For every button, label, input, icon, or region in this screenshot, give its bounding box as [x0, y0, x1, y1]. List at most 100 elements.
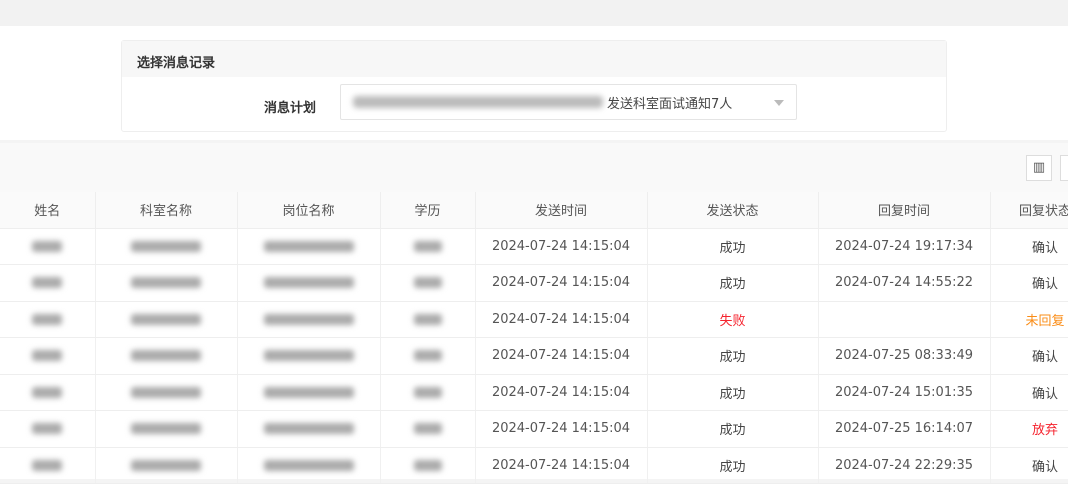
send-time-cell: 2024-07-24 14:15:04 [475, 374, 648, 411]
blurred-cell [95, 374, 238, 411]
table-row[interactable]: 2024-07-24 14:15:04 成功 2024-07-24 15:01:35… [0, 374, 1068, 411]
plan-label: 消息计划 [264, 101, 317, 116]
send-time-cell: 2024-07-24 14:15:04 [475, 301, 648, 338]
send-status-cell: 成功 [647, 264, 819, 302]
blurred-text [32, 386, 63, 398]
reply-status-cell: 确认 [990, 337, 1068, 375]
blurred-cell [0, 374, 96, 411]
blurred-cell [237, 374, 381, 411]
send-time-cell: 2024-07-24 14:15:04 [475, 264, 648, 302]
blurred-text [263, 277, 354, 289]
send-status-cell: 成功 [647, 374, 819, 411]
blurred-cell [95, 337, 238, 375]
column-header[interactable]: 科室名称 [95, 192, 238, 229]
send-status-cell: 成功 [647, 337, 819, 375]
reply-status-cell: 确认 [990, 264, 1068, 302]
column-header[interactable]: 回复时间 [818, 192, 991, 229]
blurred-cell [380, 410, 476, 448]
blurred-cell [380, 447, 476, 484]
column-header[interactable]: 发送时间 [475, 192, 648, 229]
send-status-cell: 成功 [647, 410, 819, 448]
blurred-cell [380, 301, 476, 338]
records-table-panel: ▥ 姓名 科室名称 岗位名称 学历 发送时间 发送状态 回复时间 回复状态 2024-07-2… [0, 143, 1068, 484]
send-status-cell: 失败 [647, 301, 819, 338]
blurred-text [131, 240, 201, 252]
plan-value: 发送科室面试通知7人 [607, 96, 733, 112]
blurred-cell [380, 228, 476, 265]
table-row[interactable]: 2024-07-24 14:15:04 成功 2024-07-25 08:33:49… [0, 337, 1068, 375]
table-row[interactable]: 2024-07-24 14:15:04 成功 2024-07-24 14:55:22… [0, 264, 1068, 302]
send-time-cell: 2024-07-24 14:15:04 [475, 447, 648, 484]
records-table: 姓名 科室名称 岗位名称 学历 发送时间 发送状态 回复时间 回复状态 2024-07-24 … [0, 192, 1068, 484]
message-record-panel: 选择消息记录 消息计划 发送科室面试通知7人 [121, 40, 947, 132]
blurred-text [32, 350, 63, 362]
blurred-text [263, 423, 354, 435]
blurred-cell [95, 447, 238, 484]
blurred-text [263, 313, 354, 325]
blurred-cell [237, 337, 381, 375]
blurred-cell [237, 410, 381, 448]
blurred-text [32, 240, 63, 252]
reply-time-cell [818, 301, 991, 338]
top-bar [0, 0, 1068, 26]
panel-title: 选择消息记录 [122, 41, 946, 77]
reply-time-cell: 2024-07-24 22:29:35 [818, 447, 991, 484]
table-header: 姓名 科室名称 岗位名称 学历 发送时间 发送状态 回复时间 回复状态 [0, 192, 1068, 229]
blurred-text [131, 277, 201, 289]
blurred-cell [237, 447, 381, 484]
blurred-cell [95, 228, 238, 265]
column-header[interactable]: 学历 [380, 192, 476, 229]
blurred-text [413, 423, 442, 435]
reply-status-cell: 确认 [990, 228, 1068, 265]
send-time-cell: 2024-07-24 14:15:04 [475, 228, 648, 265]
send-time-cell: 2024-07-24 14:15:04 [475, 410, 648, 448]
blurred-text [263, 350, 354, 362]
blurred-text [131, 313, 201, 325]
send-status-cell: 成功 [647, 228, 819, 265]
blurred-text [413, 350, 442, 362]
table-row[interactable]: 2024-07-24 14:15:04 成功 2024-07-24 19:17:34… [0, 228, 1068, 265]
blurred-text [413, 386, 442, 398]
blurred-text [32, 459, 63, 471]
blurred-text [32, 313, 63, 325]
blurred-text [131, 386, 201, 398]
reply-time-cell: 2024-07-25 08:33:49 [818, 337, 991, 375]
plan-select[interactable]: 发送科室面试通知7人 [340, 84, 797, 120]
reply-time-cell: 2024-07-24 15:01:35 [818, 374, 991, 411]
reply-time-cell: 2024-07-25 16:14:07 [818, 410, 991, 448]
blurred-text [32, 277, 63, 289]
blurred-text [131, 459, 201, 471]
column-header[interactable]: 回复状态 [990, 192, 1068, 229]
blurred-cell [237, 228, 381, 265]
blurred-cell [0, 410, 96, 448]
table-row[interactable]: 2024-07-24 14:15:04 成功 2024-07-24 22:29:35… [0, 447, 1068, 484]
blurred-cell [95, 264, 238, 302]
table-row[interactable]: 2024-07-24 14:15:04 成功 2024-07-25 16:14:07… [0, 410, 1068, 448]
column-header[interactable]: 姓名 [0, 192, 96, 229]
blurred-text [32, 423, 63, 435]
blurred-text [353, 96, 603, 108]
blurred-text [263, 240, 354, 252]
blurred-text [131, 350, 201, 362]
blurred-cell [237, 301, 381, 338]
send-time-cell: 2024-07-24 14:15:04 [475, 337, 648, 375]
reply-status-cell: 未回复 [990, 301, 1068, 338]
blurred-cell [0, 447, 96, 484]
blurred-text [413, 277, 442, 289]
blurred-text [263, 386, 354, 398]
reply-time-cell: 2024-07-24 14:55:22 [818, 264, 991, 302]
blurred-text [263, 459, 354, 471]
table-row[interactable]: 2024-07-24 14:15:04 失败 未回复 [0, 301, 1068, 338]
column-header[interactable]: 发送状态 [647, 192, 819, 229]
blurred-cell [0, 337, 96, 375]
send-status-cell: 成功 [647, 447, 819, 484]
more-tool-button[interactable] [1060, 155, 1068, 181]
blurred-text [413, 313, 442, 325]
column-header[interactable]: 岗位名称 [237, 192, 381, 229]
blurred-cell [95, 410, 238, 448]
blurred-cell [380, 264, 476, 302]
blurred-cell [237, 264, 381, 302]
column-settings-icon[interactable]: ▥ [1026, 155, 1052, 181]
blurred-text [413, 240, 442, 252]
blurred-cell [95, 301, 238, 338]
